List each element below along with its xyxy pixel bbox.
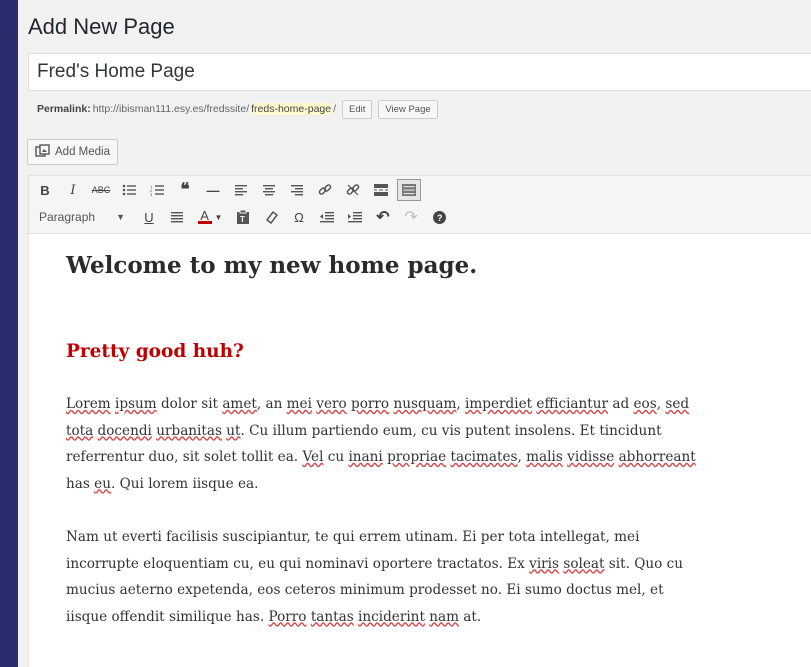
misspelled-word: mei — [286, 396, 312, 412]
misspelled-word: urbanitas — [156, 422, 222, 439]
align-left-icon[interactable] — [229, 179, 253, 201]
misspelled-word: soleat — [563, 555, 605, 572]
misspelled-word: amet — [222, 396, 257, 412]
svg-text:T: T — [240, 215, 245, 224]
view-page-button[interactable]: View Page — [378, 99, 438, 119]
misspelled-word: vero — [316, 396, 347, 412]
strikethrough-icon[interactable]: ABC — [89, 179, 113, 201]
permalink-trail: / — [333, 103, 337, 115]
misspelled-word: ut — [226, 422, 241, 439]
add-media-button[interactable]: Add Media — [27, 139, 118, 165]
text-run: has — [66, 475, 95, 492]
help-icon[interactable]: ? — [427, 206, 451, 228]
misspelled-word: malis — [526, 449, 563, 465]
bold-icon[interactable]: B — [33, 179, 57, 201]
toolbar-row-1: B I ABC 123 ❝ — — [33, 178, 425, 202]
blockquote-icon[interactable]: ❝ — [173, 179, 197, 201]
misspelled-word: inciderint — [358, 608, 425, 625]
misspelled-word: tacimates — [450, 449, 518, 465]
misspelled-word: imperdiet — [465, 396, 533, 412]
misspelled-word: abhorreant — [618, 449, 696, 465]
misspelled-word: sed — [665, 396, 690, 412]
misspelled-word: eos — [633, 396, 657, 412]
text-run: cu — [323, 449, 349, 465]
format-select-value: Paragraph — [39, 210, 96, 224]
misspelled-word: inani — [348, 449, 383, 465]
editor-toolbar: B I ABC 123 ❝ — Paragraph ▼ U A ▼ T Ω ↶ … — [28, 175, 811, 233]
undo-icon[interactable]: ↶ — [371, 206, 395, 228]
redo-icon[interactable]: ↷ — [399, 206, 423, 228]
misspelled-word: tantas — [310, 608, 354, 625]
misspelled-word: tota — [66, 422, 94, 439]
text-run: , — [456, 396, 466, 412]
misspelled-word: vidisse — [567, 449, 615, 465]
media-icon — [35, 143, 51, 161]
paste-text-icon[interactable]: T — [231, 206, 255, 228]
misspelled-word: docendi — [97, 422, 152, 439]
chevron-down-icon: ▼ — [214, 212, 223, 222]
text-run: . Qui lorem iisque ea. — [110, 475, 259, 492]
text-run: , an — [256, 396, 287, 412]
outdent-icon[interactable] — [315, 206, 339, 228]
permalink-bar: Permalink: http://ibisman111.esy.es/fred… — [37, 98, 438, 120]
align-right-icon[interactable] — [285, 179, 309, 201]
post-title-input[interactable] — [28, 53, 811, 91]
read-more-icon[interactable] — [369, 179, 393, 201]
content-heading: Welcome to my new home page. — [66, 252, 478, 279]
link-icon[interactable] — [313, 179, 337, 201]
misspelled-word: viris — [529, 555, 560, 572]
paragraph-1: Lorem ipsum dolor sit amet, an mei vero … — [66, 391, 706, 497]
permalink-label: Permalink: — [37, 103, 91, 115]
text-run: dolor sit — [156, 396, 223, 412]
permalink-base: http://ibisman111.esy.es/fredssite/ — [92, 103, 250, 115]
misspelled-word: Lorem — [66, 396, 111, 412]
indent-icon[interactable] — [343, 206, 367, 228]
editor-screen: Add New Page Permalink: http://ibisman11… — [18, 0, 811, 667]
misspelled-word: nusquam — [393, 396, 457, 412]
page-title: Add New Page — [28, 14, 175, 39]
underline-icon[interactable]: U — [137, 206, 161, 228]
justify-icon[interactable] — [165, 206, 189, 228]
numbered-list-icon[interactable]: 123 — [145, 179, 169, 201]
misspelled-word: ipsum — [114, 396, 157, 412]
misspelled-word: eu — [94, 475, 111, 492]
misspelled-word: propriae — [387, 449, 447, 465]
misspelled-word: efficiantur — [536, 396, 609, 412]
text-run: at. — [458, 608, 482, 625]
misspelled-word: porro — [351, 396, 390, 412]
clear-formatting-icon[interactable] — [259, 206, 283, 228]
add-media-label: Add Media — [55, 146, 110, 158]
horizontal-rule-icon[interactable]: — — [201, 179, 225, 201]
editor-content[interactable]: Welcome to my new home page. Pretty good… — [28, 233, 811, 667]
format-select[interactable]: Paragraph ▼ — [33, 206, 131, 228]
svg-text:3: 3 — [150, 192, 153, 196]
toolbar-row-2: Paragraph ▼ U A ▼ T Ω ↶ ↷ ? — [33, 205, 455, 229]
misspelled-word: Vel — [302, 449, 324, 465]
text-run: , — [517, 449, 527, 465]
paragraph-2: Nam ut everti facilisis suscipiantur, te… — [66, 524, 706, 630]
toolbar-toggle-icon[interactable] — [397, 179, 421, 201]
svg-text:?: ? — [437, 213, 443, 223]
italic-icon[interactable]: I — [61, 179, 85, 201]
text-color-icon[interactable]: A ▼ — [193, 206, 227, 228]
content-subheading: Pretty good huh? — [66, 341, 244, 362]
misspelled-word: nam — [429, 608, 459, 625]
unlink-icon[interactable] — [341, 179, 365, 201]
chevron-down-icon: ▼ — [116, 212, 125, 222]
bullet-list-icon[interactable] — [117, 179, 141, 201]
permalink-slug[interactable]: freds-home-page — [251, 103, 332, 115]
align-center-icon[interactable] — [257, 179, 281, 201]
edit-permalink-button[interactable]: Edit — [342, 99, 373, 119]
misspelled-word: Porro — [268, 608, 307, 625]
text-run: ad — [608, 396, 634, 412]
special-character-icon[interactable]: Ω — [287, 206, 311, 228]
